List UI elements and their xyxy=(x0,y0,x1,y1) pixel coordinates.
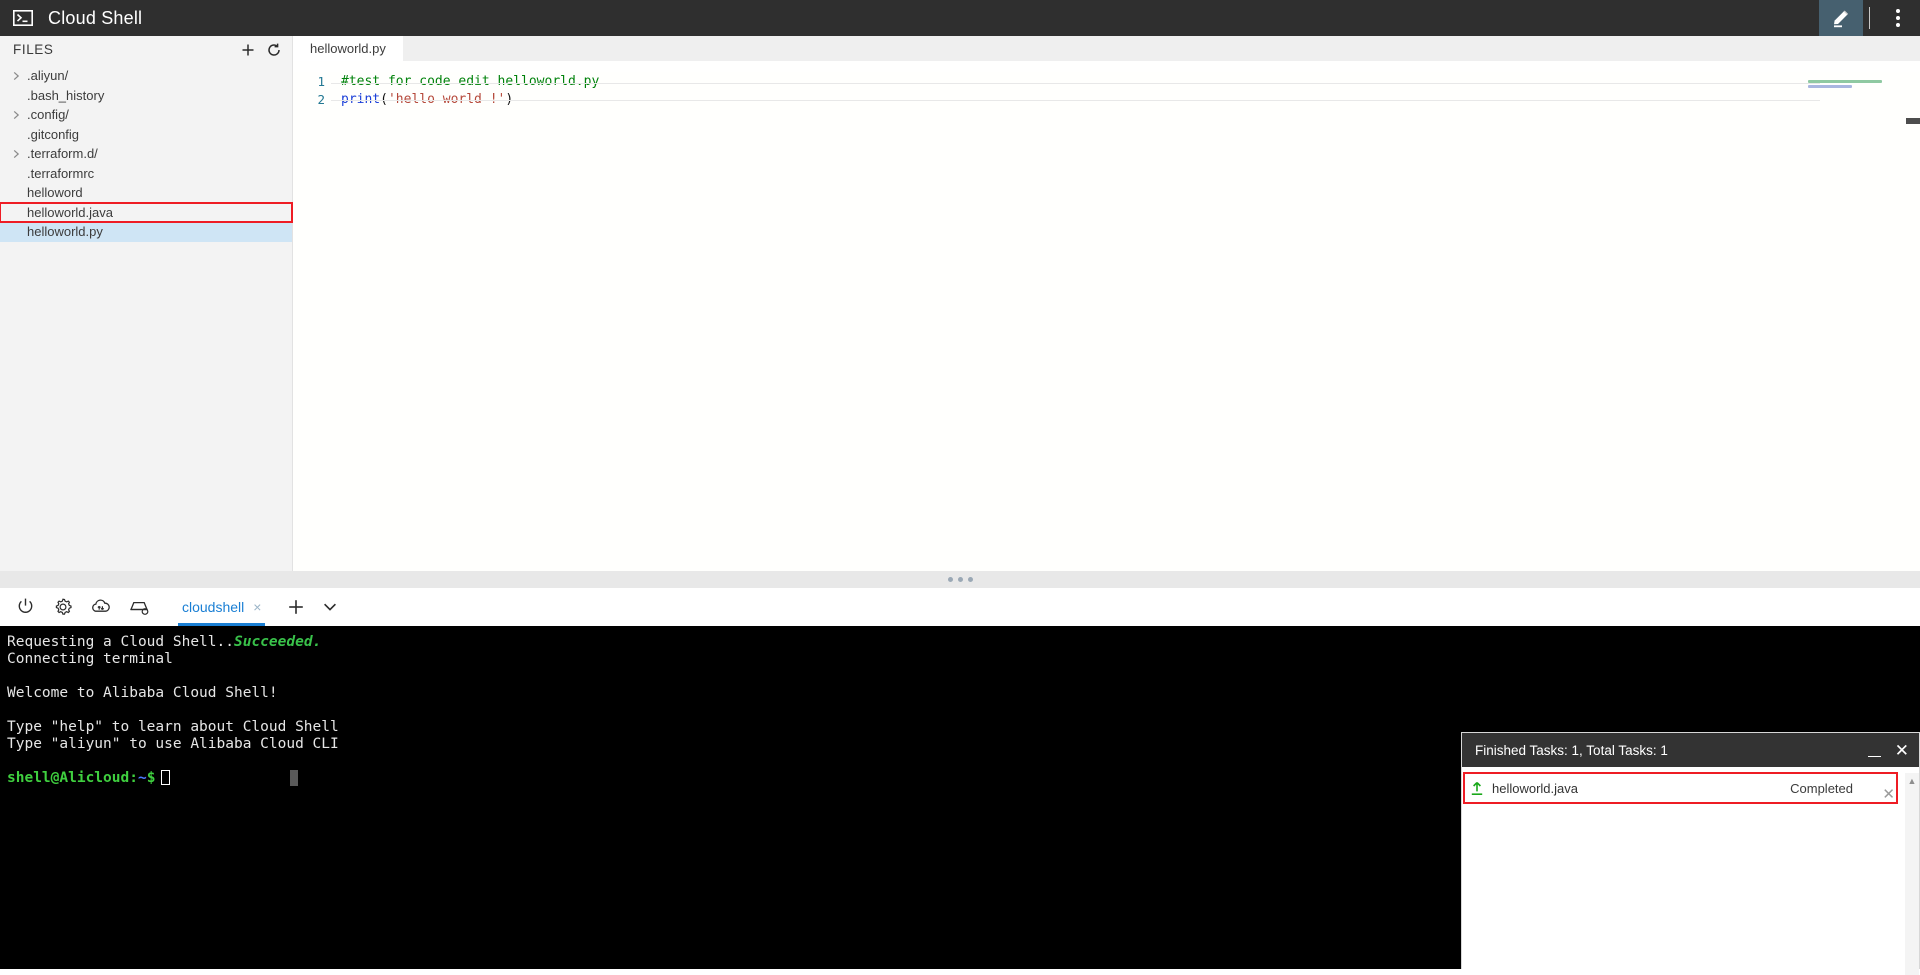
code-token-comment: #test for code edit helloworld.py xyxy=(341,73,600,89)
terminal-tab-cloudshell[interactable]: cloudshell × xyxy=(178,588,266,626)
upload-tasks-panel: Finished Tasks: 1, Total Tasks: 1 ✕ hell… xyxy=(1461,732,1920,975)
splitter-dot xyxy=(947,577,953,582)
splitter-dot xyxy=(967,577,973,582)
more-vertical-icon[interactable] xyxy=(1876,0,1920,36)
scroll-up-arrow-icon[interactable]: ▲ xyxy=(1905,773,1919,786)
file-tree-item-label: helloword xyxy=(27,185,83,201)
plus-icon[interactable] xyxy=(240,42,256,58)
gear-icon[interactable] xyxy=(44,588,82,626)
file-tree-item-label: .terraform.d/ xyxy=(27,146,98,162)
cloud-transfer-icon[interactable] xyxy=(82,588,120,626)
upload-panel-header: Finished Tasks: 1, Total Tasks: 1 ✕ xyxy=(1462,733,1919,767)
pencil-icon[interactable] xyxy=(1819,0,1863,36)
file-tree-item-label: .config/ xyxy=(27,107,69,123)
terminal-toolbar: cloudshell × xyxy=(0,588,1920,626)
line-number: 1 xyxy=(317,73,325,89)
files-panel-actions xyxy=(240,42,282,58)
terminal-tab-label: cloudshell xyxy=(182,598,245,615)
server-upload-icon[interactable] xyxy=(120,588,158,626)
title-bar-actions xyxy=(1819,0,1920,36)
chevron-right-icon[interactable] xyxy=(9,149,23,159)
upload-task-row[interactable]: helloworld.java Completed xyxy=(1463,772,1898,804)
terminal-block-marker xyxy=(290,770,298,786)
file-tree-item[interactable]: .gitconfig xyxy=(0,125,292,145)
file-tree-item-label: helloworld.py xyxy=(27,224,103,240)
editor-vertical-scrollbar[interactable] xyxy=(1906,97,1920,607)
code-token-function: print xyxy=(341,91,381,107)
file-tree-item[interactable]: helloworld.java xyxy=(0,201,293,223)
editor-tab-label: helloworld.py xyxy=(310,41,386,56)
code-line-text: print('hello world !') xyxy=(331,92,513,107)
file-tree-item[interactable]: .terraform.d/ xyxy=(0,144,292,164)
file-tree: .aliyun/ .bash_history .config/ .gitconfig.… xyxy=(0,63,293,242)
file-tree-item-label: .aliyun/ xyxy=(27,68,69,84)
panel-splitter-handle[interactable] xyxy=(0,571,1920,588)
refresh-icon[interactable] xyxy=(266,42,282,58)
terminal-status-succeeded: Succeeded. xyxy=(233,634,322,650)
terminal-prompt-path: ~ xyxy=(137,770,147,786)
file-tree-item[interactable]: helloworld.py xyxy=(0,222,292,242)
code-token-paren-close: ) xyxy=(505,91,514,107)
close-icon[interactable]: × xyxy=(253,599,261,615)
file-tree-item[interactable]: helloword xyxy=(0,183,292,203)
page-title: Cloud Shell xyxy=(48,7,143,28)
minimap-line xyxy=(1808,85,1852,88)
upload-panel-title: Finished Tasks: 1, Total Tasks: 1 xyxy=(1475,742,1668,758)
file-tree-item[interactable]: .aliyun/ xyxy=(0,66,292,86)
chevron-down-icon[interactable] xyxy=(313,588,347,626)
terminal-cursor xyxy=(161,770,171,785)
power-icon[interactable] xyxy=(6,588,44,626)
minimize-icon[interactable] xyxy=(1868,743,1882,757)
terminal-prompt-symbol: $ xyxy=(146,770,156,786)
minimap-line xyxy=(1808,80,1882,83)
file-tree-item[interactable]: .bash_history xyxy=(0,86,292,106)
upload-task-filename: helloworld.java xyxy=(1492,780,1578,796)
file-tree-item[interactable]: .config/ xyxy=(0,105,292,125)
upload-panel-scrollbar[interactable]: ▲ xyxy=(1905,773,1919,975)
scrollbar-thumb[interactable] xyxy=(1906,118,1920,124)
line-number: 2 xyxy=(317,91,325,107)
upload-panel-body: helloworld.java Completed ✕ ▲ xyxy=(1462,772,1919,975)
terminal-line: Welcome to Alibaba Cloud Shell! xyxy=(7,685,278,701)
close-icon[interactable]: ✕ xyxy=(1895,742,1909,759)
files-panel-header: FILES xyxy=(0,36,292,63)
upload-task-close-icon[interactable]: ✕ xyxy=(1882,785,1895,803)
terminal-prompt-user: shell@Alicloud xyxy=(7,770,130,786)
chevron-right-icon[interactable] xyxy=(9,110,23,120)
terminal-prompt-separator: : xyxy=(129,770,138,786)
chevron-right-icon[interactable] xyxy=(9,71,23,81)
code-content[interactable]: 1 #test for code edit helloworld.py 2 pr… xyxy=(293,72,1920,582)
plus-icon[interactable] xyxy=(279,588,313,626)
file-tree-item-label: .gitconfig xyxy=(27,126,80,142)
code-line-2: 2 print('hello world !') xyxy=(293,90,1920,108)
editor-tab-helloworld-py[interactable]: helloworld.py xyxy=(293,36,403,61)
terminal-line: Requesting a Cloud Shell..Succeeded. xyxy=(7,634,1920,651)
code-line-1: 1 #test for code edit helloworld.py xyxy=(293,72,1920,90)
terminal-icon xyxy=(12,7,34,29)
upload-panel-actions: ✕ xyxy=(1868,742,1909,759)
upload-task-status: Completed xyxy=(1790,780,1853,796)
editor-minimap[interactable] xyxy=(1808,80,1908,110)
upload-arrow-icon xyxy=(1464,781,1490,796)
files-panel: FILES .aliyun/ .bash_history .config/ .gitc… xyxy=(0,36,293,571)
file-tree-item-label: helloworld.java xyxy=(27,204,113,220)
code-editor: helloworld.py 1 #test for code edit hell… xyxy=(293,36,1920,582)
window-title-bar: Cloud Shell xyxy=(0,0,1920,36)
terminal-line: Connecting terminal xyxy=(7,651,173,667)
file-tree-item-label: .bash_history xyxy=(27,87,105,103)
code-token-string: 'hello world !' xyxy=(387,91,506,107)
splitter-dot xyxy=(957,577,963,582)
files-panel-title: FILES xyxy=(13,42,54,57)
file-tree-item[interactable]: .terraformrc xyxy=(0,164,292,184)
editor-tab-strip: helloworld.py xyxy=(293,36,1920,61)
file-tree-item-label: .terraformrc xyxy=(27,165,95,181)
terminal-line-text: Requesting a Cloud Shell.. xyxy=(7,634,234,650)
code-line-text: #test for code edit helloworld.py xyxy=(331,74,599,89)
code-token-paren-open: ( xyxy=(380,91,388,107)
toolbar-divider xyxy=(1869,7,1870,29)
